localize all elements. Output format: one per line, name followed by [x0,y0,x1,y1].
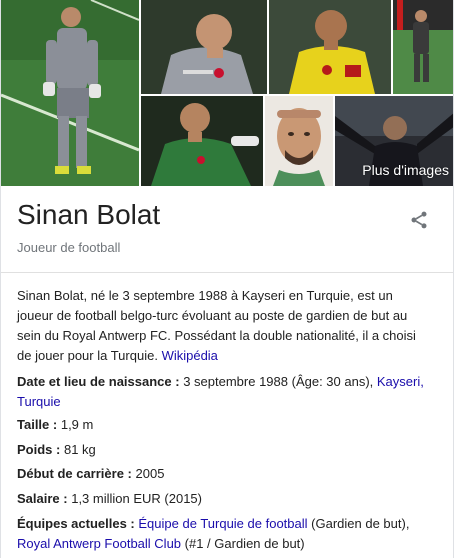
fact-teams: Équipes actuelles : Équipe de Turquie de… [17,514,431,554]
fact-teams-label: Équipes actuelles : [17,516,135,531]
share-button[interactable] [405,206,433,234]
fact-birth-label: Date et lieu de naissance : [17,374,180,389]
photo-goalkeeper-pitch[interactable] [1,0,139,186]
fact-height: Taille : 1,9 m [17,415,431,435]
entity-title: Sinan Bolat [17,199,161,230]
photo-celebration[interactable]: Plus d'images [335,96,453,186]
fact-birth-value: 3 septembre 1988 (Âge: 30 ans), [183,374,374,389]
fact-weight: Poids : 81 kg [17,440,431,460]
fact-height-label: Taille : [17,417,58,432]
team-role-antwerp: (#1 / Gardien de but) [184,536,305,551]
fact-birth: Date et lieu de naissance : 3 septembre … [17,372,431,412]
fact-career-start: Début de carrière : 2005 [17,464,431,484]
fact-height-value: 1,9 m [60,417,94,432]
photo-green-kit[interactable] [141,96,263,186]
fact-salary: Salaire : 1,3 million EUR (2015) [17,489,431,509]
team-link-turkey[interactable]: Équipe de Turquie de football [138,516,307,531]
team-link-antwerp[interactable]: Royal Antwerp Football Club [17,536,181,551]
fact-weight-value: 81 kg [63,442,96,457]
entity-subtitle: Joueur de football [17,240,121,255]
photo-dark-kit-player[interactable] [393,0,453,94]
photo-portrait[interactable] [265,96,333,186]
section-divider [1,272,453,273]
entity-description: Sinan Bolat, né le 3 septembre 1988 à Ka… [17,286,427,366]
fact-career-start-value: 2005 [135,466,165,481]
knowledge-panel: Plus d'images Sinan Bolat Joueur de foot… [0,0,454,558]
fact-weight-label: Poids : [17,442,61,457]
fact-salary-value: 1,3 million EUR (2015) [71,491,202,506]
wikipedia-link[interactable]: Wikipédia [162,348,218,363]
fact-career-start-label: Début de carrière : [17,466,132,481]
photo-yellow-kit[interactable] [269,0,391,94]
more-images-link[interactable]: Plus d'images [362,162,449,178]
fact-salary-label: Salaire : [17,491,68,506]
team-role-turkey: (Gardien de but), [311,516,410,531]
share-icon [411,211,427,229]
photo-grey-kit[interactable] [141,0,267,94]
